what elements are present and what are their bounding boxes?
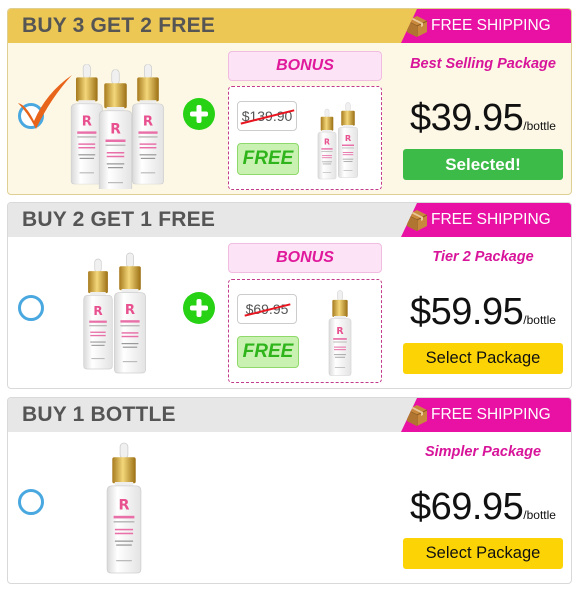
shipping-label: FREE SHIPPING xyxy=(431,406,551,423)
old-price: $69.95 xyxy=(237,294,297,324)
price: $69.95/bottle xyxy=(393,486,571,529)
bonus-label: BONUS xyxy=(228,243,382,273)
select-package-button[interactable]: Select Package xyxy=(403,343,563,374)
package-name: Best Selling Package xyxy=(410,56,556,72)
select-package-button[interactable]: Select Package xyxy=(403,538,563,569)
price-unit: /bottle xyxy=(523,313,556,327)
product-bottles-image xyxy=(70,64,165,189)
package-name: Tier 2 Package xyxy=(432,249,534,265)
bonus-label: BONUS xyxy=(228,51,382,81)
package-name: Simpler Package xyxy=(424,444,542,460)
bonus-box: $69.95 FREE xyxy=(228,279,382,383)
product-bottles-image xyxy=(83,252,147,374)
price: $39.95/bottle xyxy=(393,97,571,140)
price: $59.95/bottle xyxy=(393,291,571,334)
price-unit: /bottle xyxy=(523,119,556,133)
package-box-icon xyxy=(406,210,428,231)
package-radio[interactable] xyxy=(18,295,44,321)
package-header: BUY 2 GET 1 FREE FREE SHIPPING xyxy=(8,203,571,237)
price-amount: $59.95 xyxy=(410,291,524,333)
bonus-bottles-image xyxy=(317,102,359,180)
price-amount: $39.95 xyxy=(410,97,524,139)
plus-icon xyxy=(183,98,215,130)
selected-button[interactable]: Selected! xyxy=(403,149,563,180)
product-bottles-image xyxy=(106,442,142,574)
bonus-bottles-image xyxy=(328,290,352,376)
price-amount: $69.95 xyxy=(410,486,524,528)
package-card-buy3[interactable]: BUY 3 GET 2 FREE FREE SHIPPING BONUS $13… xyxy=(7,8,572,195)
package-title: BUY 3 GET 2 FREE xyxy=(22,14,216,37)
shipping-label: FREE SHIPPING xyxy=(431,211,551,228)
bonus-box: $139.90 FREE xyxy=(228,86,382,190)
free-shipping-badge: FREE SHIPPING xyxy=(401,203,571,237)
package-header: BUY 3 GET 2 FREE FREE SHIPPING xyxy=(8,9,571,43)
package-header: BUY 1 BOTTLE FREE SHIPPING xyxy=(8,398,571,432)
shipping-label: FREE SHIPPING xyxy=(431,17,551,34)
free-tag: FREE xyxy=(237,336,299,368)
package-card-buy1[interactable]: BUY 1 BOTTLE FREE SHIPPING Simpler Packa… xyxy=(7,397,572,584)
free-shipping-badge: FREE SHIPPING xyxy=(401,9,571,43)
old-price: $139.90 xyxy=(237,101,297,131)
package-card-buy2[interactable]: BUY 2 GET 1 FREE FREE SHIPPING BONUS $69… xyxy=(7,202,572,389)
package-title: BUY 1 BOTTLE xyxy=(22,403,176,426)
plus-icon xyxy=(183,292,215,324)
package-radio[interactable] xyxy=(18,489,44,515)
free-tag: FREE xyxy=(237,143,299,175)
free-shipping-badge: FREE SHIPPING xyxy=(401,398,571,432)
package-title: BUY 2 GET 1 FREE xyxy=(22,208,216,231)
package-box-icon xyxy=(406,405,428,426)
price-unit: /bottle xyxy=(523,508,556,522)
package-box-icon xyxy=(406,16,428,37)
